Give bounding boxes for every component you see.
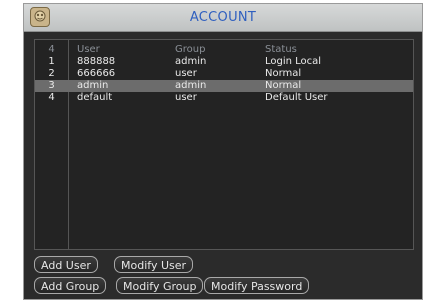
table-row[interactable]: 4 default user Default User bbox=[35, 92, 413, 104]
row-status: Default User bbox=[265, 92, 328, 103]
row-user: 666666 bbox=[77, 68, 116, 79]
table-header: 4 User Group Status bbox=[35, 44, 413, 56]
row-number: 4 bbox=[48, 92, 55, 103]
add-user-button[interactable]: Add User bbox=[34, 256, 98, 273]
row-status: Normal bbox=[265, 68, 302, 79]
table-row-selected[interactable]: 3 admin admin Normal bbox=[35, 80, 413, 92]
modify-user-button[interactable]: Modify User bbox=[114, 256, 194, 273]
table-row[interactable]: 1 888888 admin Login Local bbox=[35, 56, 413, 68]
table-row[interactable]: 2 666666 user Normal bbox=[35, 68, 413, 80]
row-group: admin bbox=[175, 56, 207, 67]
row-user: admin bbox=[77, 80, 109, 91]
modify-password-button[interactable]: Modify Password bbox=[204, 277, 310, 294]
account-window: ACCOUNT 4 User Group Status 1 888888 adm… bbox=[23, 3, 423, 300]
account-list[interactable]: 4 User Group Status 1 888888 admin Login… bbox=[34, 39, 414, 250]
title-bar: ACCOUNT bbox=[24, 4, 422, 32]
header-status: Status bbox=[265, 44, 297, 55]
row-status: Login Local bbox=[265, 56, 322, 67]
row-user: 888888 bbox=[77, 56, 116, 67]
row-group: user bbox=[175, 68, 197, 79]
row-number: 2 bbox=[48, 68, 55, 79]
modify-group-button[interactable]: Modify Group bbox=[116, 277, 204, 294]
row-group: user bbox=[175, 92, 197, 103]
add-group-button[interactable]: Add Group bbox=[34, 277, 107, 294]
window-title: ACCOUNT bbox=[189, 10, 257, 25]
header-count: 4 bbox=[48, 44, 55, 55]
row-status: Normal bbox=[265, 80, 302, 91]
header-group: Group bbox=[175, 44, 206, 55]
row-group: admin bbox=[175, 80, 207, 91]
header-user: User bbox=[77, 44, 100, 55]
row-number: 1 bbox=[48, 56, 55, 67]
row-number: 3 bbox=[48, 80, 55, 91]
row-user: default bbox=[77, 92, 113, 103]
